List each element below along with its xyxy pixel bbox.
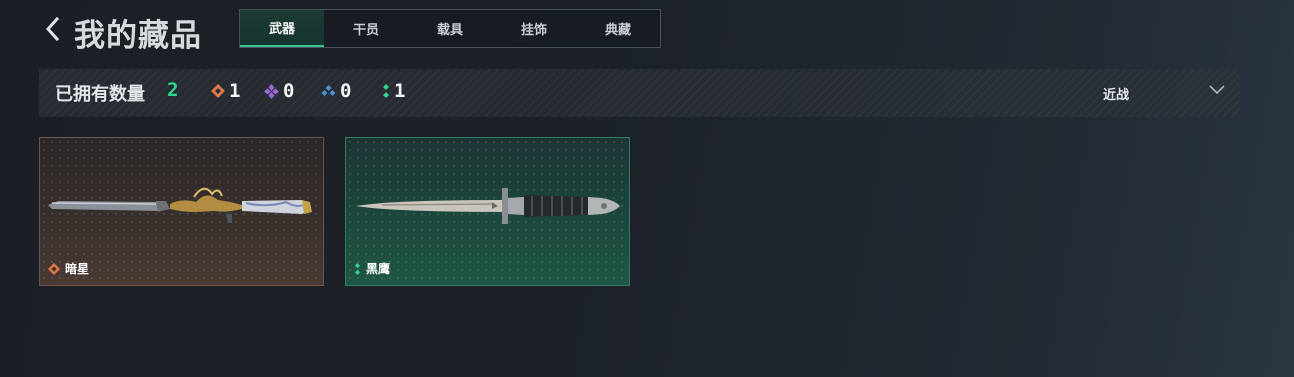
weapon-card[interactable]: 暗星 — [39, 137, 324, 286]
rarity-count-green: 1 — [382, 80, 405, 102]
dropdown-value: 近战 — [1103, 88, 1130, 103]
rarity-count: 1 — [394, 80, 406, 102]
tab-vehicles[interactable]: 载具 — [408, 10, 492, 47]
orange-diamond-icon — [48, 262, 60, 275]
back-button[interactable] — [40, 14, 64, 44]
tab-collection[interactable]: 典藏 — [576, 10, 660, 47]
green-dots-icon — [383, 84, 389, 98]
knife-blackhawk-image — [356, 188, 620, 224]
rarity-count: 0 — [283, 80, 295, 102]
item-name: 黑鹰 — [366, 262, 391, 276]
page-title: 我的藏品 — [74, 18, 202, 54]
purple-diamond-icon — [264, 83, 279, 99]
rarity-count: 0 — [340, 80, 352, 102]
category-tabs: 武器 干员 载具 挂饰 典藏 — [239, 9, 661, 48]
stats-bar: 已拥有数量 2 1 0 0 1 近战 — [39, 69, 1239, 117]
rarity-count-orange: 1 — [211, 80, 240, 102]
blue-diamond-icon — [321, 85, 336, 96]
rarity-count-purple: 0 — [264, 80, 294, 102]
chevron-left-icon — [45, 16, 60, 42]
weapon-type-dropdown[interactable]: 近战 — [1093, 69, 1239, 117]
rarity-count-blue: 0 — [321, 80, 351, 102]
chevron-down-icon — [1209, 85, 1225, 95]
tab-charms[interactable]: 挂饰 — [492, 10, 576, 47]
green-dots-icon — [354, 262, 361, 275]
weapon-card[interactable]: 黑鹰 — [345, 137, 630, 286]
item-name: 暗星 — [65, 262, 90, 276]
orange-diamond-icon — [211, 84, 225, 98]
tab-weapons[interactable]: 武器 — [240, 10, 324, 47]
knife-darkstar-image — [48, 187, 312, 223]
rarity-count: 1 — [229, 80, 241, 102]
collection-page: 我的藏品 武器 干员 载具 挂饰 典藏 已拥有数量 2 1 0 0 1 近战 暗… — [0, 0, 1294, 377]
owned-label: 已拥有数量 — [55, 84, 145, 105]
owned-count: 2 — [167, 79, 179, 101]
tab-operators[interactable]: 干员 — [324, 10, 408, 47]
